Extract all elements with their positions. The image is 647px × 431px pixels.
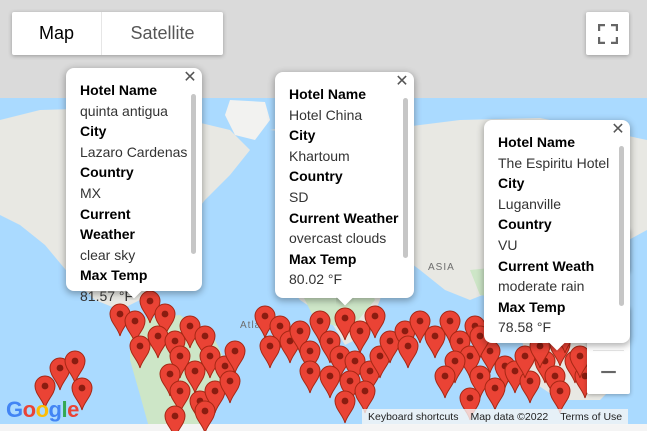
max-temp-label: Max Temp xyxy=(289,250,357,267)
city-label: City xyxy=(80,123,107,140)
info-window-2: ✕ Hotel Name Hotel China City Khartoum C… xyxy=(275,72,414,298)
hotel-name-label: Hotel Name xyxy=(80,82,158,98)
country-value: MX xyxy=(80,184,101,201)
info-window-pointer xyxy=(125,290,143,300)
keyboard-shortcuts-link[interactable]: Keyboard shortcuts xyxy=(362,411,464,423)
weather-value: overcast clouds xyxy=(289,230,387,247)
country-value: SD xyxy=(289,188,309,205)
max-temp-label: Max Temp xyxy=(80,267,148,284)
map-marker[interactable] xyxy=(319,365,341,399)
map-marker[interactable] xyxy=(484,377,506,411)
city-value: Lazaro Cardenas xyxy=(80,143,188,160)
map-marker[interactable] xyxy=(164,405,186,431)
map-marker[interactable] xyxy=(129,335,151,369)
weather-label: Current Weath xyxy=(498,257,595,274)
city-label: City xyxy=(498,175,525,192)
map-type-control: Map Satellite xyxy=(12,12,223,55)
info-window-pointer xyxy=(548,342,566,352)
map-marker[interactable] xyxy=(299,360,321,394)
info-window-pointer xyxy=(336,297,354,307)
weather-label: Current Weather xyxy=(80,205,135,243)
zoom-out-button[interactable]: − xyxy=(587,351,630,394)
hotel-name-value: The Espiritu Hotel xyxy=(498,154,610,171)
google-logo[interactable]: Google xyxy=(6,397,79,423)
map-marker[interactable] xyxy=(349,320,371,354)
hotel-name-value: Hotel China xyxy=(289,106,363,123)
max-temp-value: 78.58 °F xyxy=(498,319,552,336)
info-window-1: ✕ Hotel Name quinta antigua City Lazaro … xyxy=(66,68,202,304)
map-marker[interactable] xyxy=(259,335,281,369)
fullscreen-button[interactable] xyxy=(586,12,629,55)
hotel-name-value: quinta antigua xyxy=(80,102,168,119)
map-marker[interactable] xyxy=(334,390,356,424)
info-window-3: ✕ Hotel Name The Espiritu Hotel City Lug… xyxy=(484,120,630,343)
close-icon[interactable]: ✕ xyxy=(394,74,410,90)
info-window-scrollbar[interactable] xyxy=(619,146,624,306)
country-value: VU xyxy=(498,236,518,253)
close-icon[interactable]: ✕ xyxy=(182,70,198,86)
map-marker[interactable] xyxy=(397,335,419,369)
map-footer: Keyboard shortcuts Map data ©2022 Terms … xyxy=(362,409,629,425)
map-marker[interactable] xyxy=(434,365,456,399)
country-label: Country xyxy=(498,216,552,233)
map-marker[interactable] xyxy=(424,325,446,359)
city-value: Khartoum xyxy=(289,147,350,164)
hotel-name-label: Hotel Name xyxy=(289,86,367,102)
weather-label: Current Weather xyxy=(289,209,399,226)
city-label: City xyxy=(289,127,316,144)
weather-value: clear sky xyxy=(80,246,136,263)
info-window-scrollbar[interactable] xyxy=(191,94,196,254)
max-temp-value: 80.02 °F xyxy=(289,271,343,288)
info-window-scrollbar[interactable] xyxy=(403,98,408,258)
close-icon[interactable]: ✕ xyxy=(610,122,626,138)
weather-value: moderate rain xyxy=(498,278,585,295)
terms-of-use-link[interactable]: Terms of Use xyxy=(554,411,628,423)
map-type-satellite-button[interactable]: Satellite xyxy=(101,12,223,55)
country-label: Country xyxy=(80,164,134,181)
map-type-map-button[interactable]: Map xyxy=(12,12,101,55)
max-temp-label: Max Temp xyxy=(498,298,566,315)
country-label: Country xyxy=(289,168,343,185)
map-marker[interactable] xyxy=(519,370,541,404)
map-marker[interactable] xyxy=(194,400,216,431)
hotel-name-label: Hotel Name xyxy=(498,134,576,150)
map-data-attribution: Map data ©2022 xyxy=(470,411,549,423)
city-value: Luganville xyxy=(498,195,562,212)
fullscreen-icon xyxy=(597,23,618,44)
